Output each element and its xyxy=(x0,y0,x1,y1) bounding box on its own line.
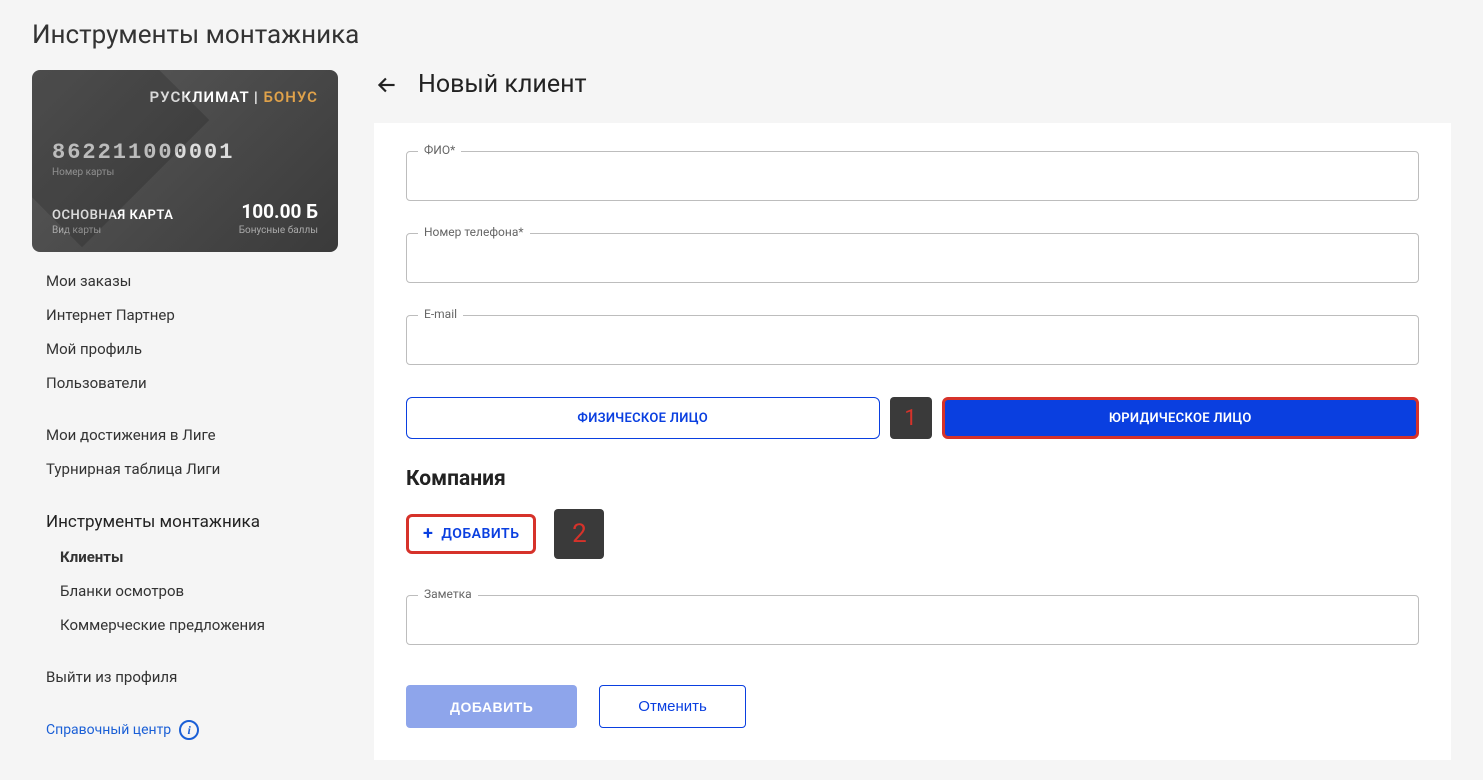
fio-input[interactable] xyxy=(406,151,1419,201)
page-title: Инструменты монтажника xyxy=(32,20,1451,50)
entity-type-toggle: ФИЗИЧЕСКОЕ ЛИЦО 1 ЮРИДИЧЕСКОЕ ЛИЦО xyxy=(406,397,1419,439)
card-number-label: Номер карты xyxy=(52,167,318,178)
annotation-step-1: 1 xyxy=(890,397,932,439)
field-note-label: Заметка xyxy=(418,587,478,601)
nav-logout[interactable]: Выйти из профиля xyxy=(32,660,338,694)
field-phone: Номер телефона* xyxy=(406,233,1419,283)
nav-section-tools[interactable]: Инструменты монтажника xyxy=(32,504,338,540)
nav-sub-inspection-forms[interactable]: Бланки осмотров xyxy=(32,574,338,608)
toggle-individual[interactable]: ФИЗИЧЕСКОЕ ЛИЦО xyxy=(406,397,880,439)
help-center-label: Справочный центр xyxy=(46,722,171,738)
back-arrow-icon[interactable] xyxy=(374,72,400,98)
field-note: Заметка xyxy=(406,595,1419,645)
sidebar: РУСКЛИМАТ | БОНУС 862211000001 Номер кар… xyxy=(32,70,338,760)
info-icon: i xyxy=(179,720,199,740)
plus-icon: + xyxy=(423,525,433,543)
field-email: E-mail xyxy=(406,315,1419,365)
nav-users[interactable]: Пользователи xyxy=(32,366,338,400)
company-section-title: Компания xyxy=(406,467,1419,491)
field-fio-label: ФИО* xyxy=(418,143,461,157)
field-phone-label: Номер телефона* xyxy=(418,225,530,239)
bonus-card: РУСКЛИМАТ | БОНУС 862211000001 Номер кар… xyxy=(32,70,338,252)
main-content: Новый клиент ФИО* Номер телефона* E-mail… xyxy=(374,70,1451,760)
phone-input[interactable] xyxy=(406,233,1419,283)
note-input[interactable] xyxy=(406,595,1419,645)
submit-button[interactable]: ДОБАВИТЬ xyxy=(406,685,577,728)
field-fio: ФИО* xyxy=(406,151,1419,201)
form-panel: ФИО* Номер телефона* E-mail ФИЗИЧЕСКОЕ Л… xyxy=(374,123,1451,760)
add-company-button[interactable]: + ДОБАВИТЬ xyxy=(406,514,536,554)
sidebar-nav: Мои заказы Интернет Партнер Мой профиль … xyxy=(32,264,338,748)
card-balance: 100.00 Б xyxy=(239,200,318,223)
nav-my-profile[interactable]: Мой профиль xyxy=(32,332,338,366)
nav-sub-commercial-offers[interactable]: Коммерческие предложения xyxy=(32,608,338,642)
card-brand-accent: БОНУС xyxy=(264,88,318,106)
main-title: Новый клиент xyxy=(418,70,587,99)
field-email-label: E-mail xyxy=(418,307,463,321)
nav-my-orders[interactable]: Мои заказы xyxy=(32,264,338,298)
toggle-legal-entity[interactable]: ЮРИДИЧЕСКОЕ ЛИЦО xyxy=(942,397,1420,439)
annotation-step-2: 2 xyxy=(554,509,604,559)
nav-league-table[interactable]: Турнирная таблица Лиги xyxy=(32,452,338,486)
cancel-button[interactable]: Отменить xyxy=(599,685,746,728)
card-brand-main: РУСКЛИМАТ | xyxy=(150,88,264,106)
email-input[interactable] xyxy=(406,315,1419,365)
card-number: 862211000001 xyxy=(52,140,318,165)
nav-achievements[interactable]: Мои достижения в Лиге xyxy=(32,418,338,452)
card-type-label: Вид карты xyxy=(52,225,173,236)
card-balance-label: Бонусные баллы xyxy=(239,225,318,236)
nav-internet-partner[interactable]: Интернет Партнер xyxy=(32,298,338,332)
add-company-label: ДОБАВИТЬ xyxy=(441,526,519,542)
nav-sub-clients[interactable]: Клиенты xyxy=(32,540,338,574)
card-type: ОСНОВНАЯ КАРТА xyxy=(52,208,173,223)
card-brand: РУСКЛИМАТ | БОНУС xyxy=(52,88,318,106)
